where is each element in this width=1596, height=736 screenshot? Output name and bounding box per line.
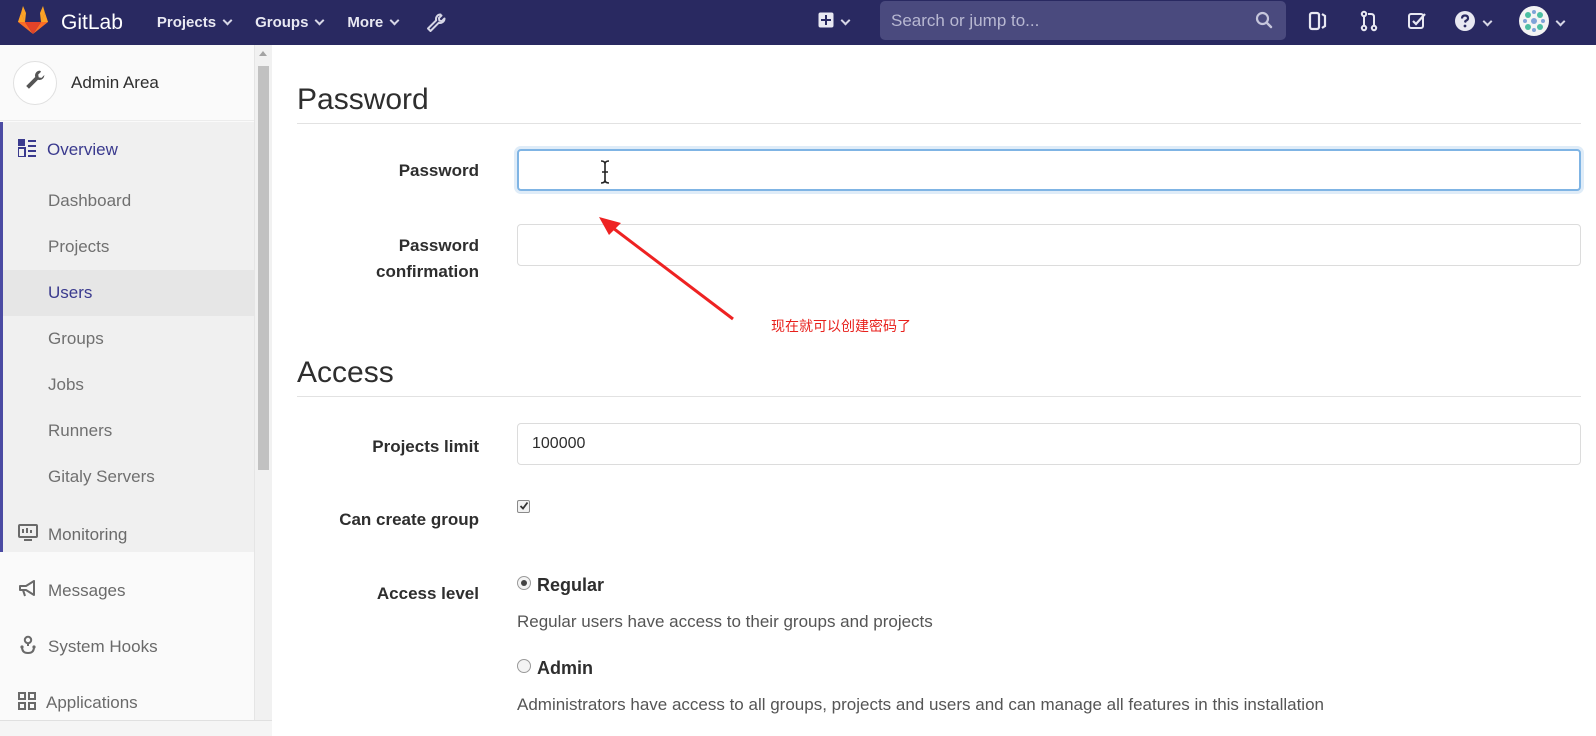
sidebar-subitem-runners[interactable]: Runners: [3, 408, 254, 454]
annotation-arrow-icon: [599, 217, 734, 321]
sidebar-scrollbar[interactable]: [255, 45, 272, 736]
scroll-up-arrow-icon[interactable]: [259, 51, 267, 56]
sidebar-item-messages[interactable]: Messages: [0, 563, 254, 619]
nav-groups-label: Groups: [255, 14, 309, 31]
admin-area-avatar: [13, 60, 57, 105]
search-placeholder: Search or jump to...: [891, 10, 1040, 30]
access-level-admin-radio[interactable]: [517, 659, 531, 673]
projects-limit-value: 100000: [532, 435, 586, 452]
gitlab-logo-icon: [17, 5, 49, 40]
radio-selected-dot: [521, 580, 527, 586]
sidebar-subitem-gitaly-servers[interactable]: Gitaly Servers: [3, 454, 254, 500]
sidebar-subitem-dashboard[interactable]: Dashboard: [3, 178, 254, 224]
monitor-icon: [18, 523, 38, 547]
access-level-admin-help: Administrators have access to all groups…: [517, 695, 1324, 714]
sidebar-item-monitoring[interactable]: Monitoring: [0, 507, 254, 563]
projects-limit-label: Projects limit: [372, 437, 479, 456]
sidebar-scrollbar-thumb[interactable]: [258, 66, 269, 470]
can-create-group-checkbox[interactable]: [517, 500, 530, 513]
section-divider: [297, 396, 1581, 397]
admin-sidebar: Admin Area Overview Dashboard Projects U…: [0, 45, 255, 736]
admin-area-wrench-icon[interactable]: [426, 13, 446, 33]
section-divider: [297, 123, 1581, 124]
sidebar-item-overview-label: Overview: [47, 140, 118, 159]
sidebar-title: Admin Area: [71, 72, 159, 92]
issues-icon[interactable]: [1308, 10, 1328, 32]
sidebar-item-label: Messages: [48, 581, 126, 600]
sidebar-item-label: Monitoring: [48, 525, 128, 544]
password-field[interactable]: [517, 149, 1581, 191]
sidebar-subitem-label: Jobs: [48, 375, 84, 394]
sidebar-subitem-label: Users: [48, 283, 93, 302]
gitlab-home-link[interactable]: GitLab: [17, 5, 123, 40]
nav-groups-dropdown[interactable]: Groups: [255, 14, 325, 31]
plus-square-icon: [818, 12, 834, 33]
grid-icon: [18, 691, 36, 715]
sidebar-subitem-jobs[interactable]: Jobs: [3, 362, 254, 408]
search-input[interactable]: Search or jump to...: [880, 1, 1286, 40]
search-icon: [1255, 11, 1273, 34]
access-level-regular-radio[interactable]: [517, 576, 531, 590]
nav-right: [818, 0, 851, 45]
brand-name: GitLab: [61, 10, 123, 34]
sidebar-header[interactable]: Admin Area: [0, 45, 254, 121]
sidebar-subitem-label: Gitaly Servers: [48, 467, 155, 486]
sidebar-item-overview[interactable]: Overview: [3, 122, 254, 178]
access-level-admin-label[interactable]: Admin: [537, 658, 593, 679]
password-label: Password: [398, 161, 479, 180]
sidebar-item-system-hooks[interactable]: System Hooks: [0, 619, 254, 675]
annotation-text: 现在就可以创建密码了: [771, 318, 911, 334]
checkmark-icon: [519, 498, 529, 516]
password-confirmation-label-line2: confirmation: [376, 262, 479, 281]
sidebar-overview-group: Overview Dashboard Projects Users Groups…: [0, 122, 254, 552]
section-title-access: Access: [297, 356, 394, 389]
password-confirmation-label: Password confirmation: [279, 233, 479, 285]
sidebar-subitem-label: Dashboard: [48, 191, 132, 210]
wrench-icon: [24, 69, 46, 96]
dashboard-list-icon: [17, 138, 36, 162]
chevron-down-icon: [840, 15, 851, 26]
chevron-down-icon: [222, 15, 233, 26]
top-navbar: GitLab Projects Groups More Search or ju…: [0, 0, 1596, 45]
sidebar-item-label: System Hooks: [48, 637, 158, 656]
todos-icon[interactable]: [1407, 10, 1427, 32]
chevron-down-icon: [389, 15, 400, 26]
sidebar-subitem-label: Groups: [48, 329, 104, 348]
password-confirmation-label-line1: Password: [398, 236, 479, 255]
nav-projects-label: Projects: [156, 14, 217, 31]
nav-more-dropdown[interactable]: More: [347, 14, 400, 31]
sidebar-subitem-label: Runners: [48, 421, 113, 440]
section-title-password: Password: [297, 83, 429, 116]
projects-limit-field[interactable]: 100000: [517, 423, 1581, 465]
sidebar-subitem-users[interactable]: Users: [3, 270, 254, 316]
new-dropdown[interactable]: [818, 12, 851, 33]
nav-projects-dropdown[interactable]: Projects: [156, 14, 233, 31]
nav-menu: Projects Groups More: [157, 13, 446, 33]
access-level-regular-help: Regular users have access to their group…: [517, 612, 933, 631]
sidebar-item-label: Applications: [46, 693, 138, 712]
avatar: [1519, 6, 1549, 41]
can-create-group-label: Can create group: [339, 510, 479, 529]
access-level-label: Access level: [376, 584, 479, 603]
chevron-down-icon: [1482, 16, 1493, 27]
megaphone-icon: [18, 579, 38, 603]
chevron-down-icon: [314, 15, 325, 26]
merge-requests-icon[interactable]: [1359, 10, 1379, 32]
access-level-regular-label[interactable]: Regular: [537, 575, 604, 596]
sidebar-collapse-bar[interactable]: [0, 720, 272, 736]
chevron-down-icon: [1555, 16, 1566, 27]
sidebar-subitem-groups[interactable]: Groups: [3, 316, 254, 362]
nav-more-label: More: [347, 14, 384, 31]
help-dropdown[interactable]: [1454, 10, 1493, 37]
sidebar-subitem-projects[interactable]: Projects: [3, 224, 254, 270]
hook-icon: [18, 635, 38, 660]
question-icon: [1454, 10, 1476, 37]
sidebar-subitem-label: Projects: [48, 237, 110, 256]
text-cursor-icon: [599, 160, 611, 189]
user-menu-dropdown[interactable]: [1519, 6, 1566, 41]
